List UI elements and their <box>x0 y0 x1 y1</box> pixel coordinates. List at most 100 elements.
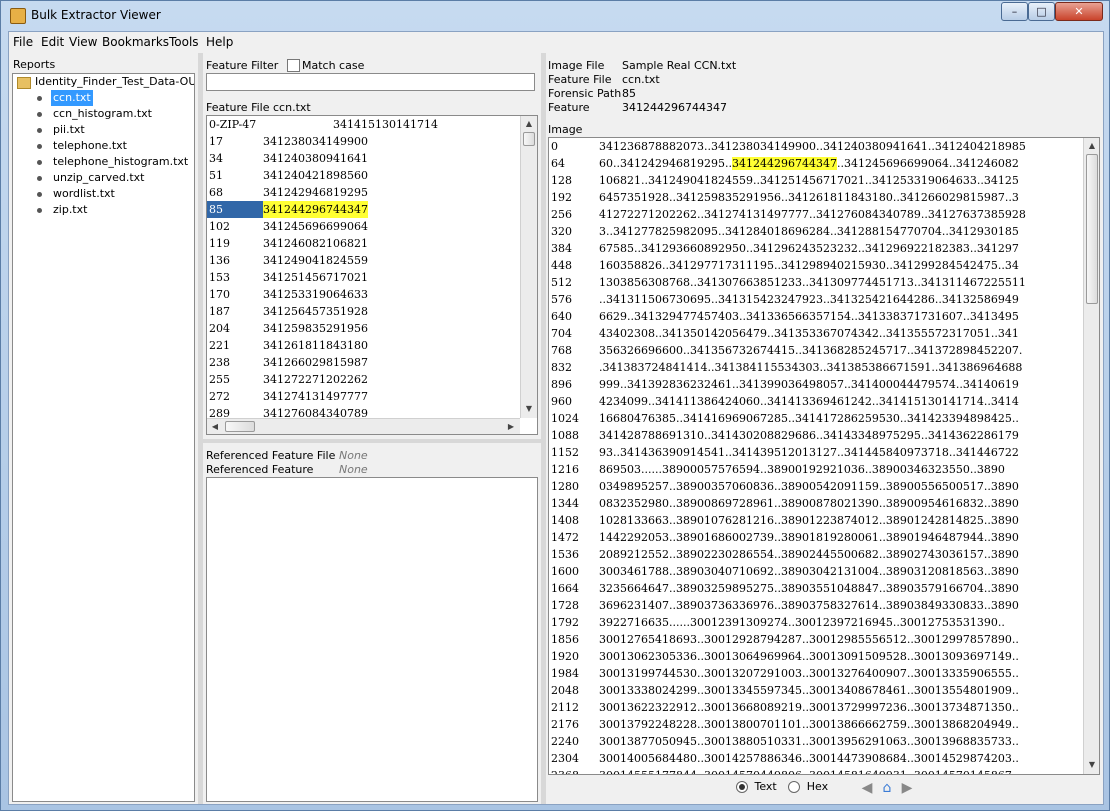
feature-row[interactable]: 187 341256457351928 <box>207 303 519 320</box>
report-file-label: wordlist.txt <box>53 187 115 200</box>
report-file-item[interactable]: pii.txt <box>13 122 193 138</box>
image-scroll-down-icon[interactable]: ▼ <box>1084 757 1099 773</box>
feature-row[interactable]: 136 341249041824559 <box>207 252 519 269</box>
feature-table[interactable]: 0-ZIP-47 341415130141714 17 341238034149900… <box>206 115 538 435</box>
image-offset: 1088 <box>551 429 579 442</box>
splitter-feature[interactable] <box>203 439 541 443</box>
menu-file[interactable]: File <box>13 35 33 49</box>
report-file-item[interactable]: telephone.txt <box>13 138 193 154</box>
hex-radio[interactable] <box>788 781 801 793</box>
image-row: 960 4234099..341411386424060..34141336946… <box>549 393 1081 410</box>
feature-value-cell: 341261811843180 <box>263 339 368 352</box>
scroll-right-icon[interactable]: ▶ <box>503 419 519 434</box>
folder-icon <box>17 77 31 89</box>
scroll-left-icon[interactable]: ◀ <box>207 419 223 434</box>
maximize-button[interactable]: □ <box>1028 2 1055 21</box>
match-case-checkbox[interactable] <box>287 59 300 72</box>
report-file-item[interactable]: ccn_histogram.txt <box>13 106 193 122</box>
close-button[interactable]: ✕ <box>1055 2 1103 21</box>
feature-value-cell: 341244296744347 <box>263 201 368 218</box>
feature-row[interactable]: 204 341259835291956 <box>207 320 519 337</box>
feature-offset: 136 <box>209 254 230 267</box>
report-file-item[interactable]: zip.txt <box>13 202 193 218</box>
referenced-feature-file-label: Referenced Feature File <box>206 449 336 462</box>
feature-hscroll[interactable]: ◀ ▶ <box>207 418 520 434</box>
image-text: 30013062305336..30013064969964..30013091… <box>599 650 1019 663</box>
feature-value-cell: 341240380941641 <box>263 152 368 165</box>
image-scroll-up-icon[interactable]: ▲ <box>1084 138 1099 154</box>
image-text: 3922716635......30012391309274..30012397… <box>599 616 1005 629</box>
image-feature-file-value: ccn.txt <box>622 73 660 86</box>
feature-row[interactable]: 85 341244296744347 <box>207 201 519 218</box>
menu-edit[interactable]: Edit <box>41 35 64 49</box>
image-text: 30012765418693..30012928794287..30012985… <box>599 633 1019 646</box>
report-file-item[interactable]: unzip_carved.txt <box>13 170 193 186</box>
feature-offset: 34 <box>209 152 223 165</box>
feature-row[interactable]: 272 341274131497777 <box>207 388 519 405</box>
menu-view[interactable]: View <box>69 35 97 49</box>
feature-row[interactable]: 221 341261811843180 <box>207 337 519 354</box>
image-offset: 704 <box>551 327 572 340</box>
image-offset: 2304 <box>551 752 579 765</box>
image-vscroll-thumb[interactable] <box>1086 154 1098 304</box>
file-bullet-icon <box>37 208 42 213</box>
scroll-down-icon[interactable]: ▼ <box>521 401 537 417</box>
image-vscroll[interactable]: ▲ ▼ <box>1083 138 1099 774</box>
report-file-label: telephone_histogram.txt <box>53 155 189 168</box>
text-radio[interactable] <box>736 781 748 793</box>
image-text: 16680476385..341416969067285..3414172862… <box>599 412 1019 425</box>
scroll-up-icon[interactable]: ▲ <box>521 116 537 132</box>
feature-offset: 255 <box>209 373 230 386</box>
feature-offset: 187 <box>209 305 230 318</box>
feature-row[interactable]: 34 341240380941641 <box>207 150 519 167</box>
report-file-item[interactable]: wordlist.txt <box>13 186 193 202</box>
feature-row[interactable]: 0-ZIP-47 341415130141714 <box>207 116 519 133</box>
image-text: 60..341242946819295..341244296744347..34… <box>599 155 1019 172</box>
feature-row[interactable]: 153 341251456717021 <box>207 269 519 286</box>
home-icon[interactable]: ⌂ <box>878 779 896 797</box>
report-file-item[interactable]: telephone_histogram.txt <box>13 154 193 170</box>
image-row: 256 41272271202262..341274131497777..3412… <box>549 206 1081 223</box>
next-arrow-icon[interactable]: ▶ <box>898 779 916 797</box>
feature-row[interactable]: 51 341240421898560 <box>207 167 519 184</box>
referenced-feature-table[interactable] <box>206 477 538 802</box>
title-bar[interactable]: Bulk Extractor Viewer – □ ✕ <box>1 1 1109 31</box>
image-offset: 1600 <box>551 565 579 578</box>
feature-value-cell: 341240421898560 <box>263 169 368 182</box>
image-text: 3696231407..38903736336976..389037583276… <box>599 599 1019 612</box>
menu-bookmarks[interactable]: Bookmarks <box>102 35 169 49</box>
feature-row[interactable]: 102 341245696699064 <box>207 218 519 235</box>
feature-row[interactable]: 238 341266029815987 <box>207 354 519 371</box>
feature-row[interactable]: 255 341272271202262 <box>207 371 519 388</box>
menu-bar: File Edit View Bookmarks Tools Help <box>9 32 1103 52</box>
image-row: 2176 30013792248228..30013800701101..3001… <box>549 716 1081 733</box>
forensic-path-value: 85 <box>622 87 636 100</box>
feature-row[interactable]: 68 341242946819295 <box>207 184 519 201</box>
image-view[interactable]: 0 341236878882073..341238034149900..34124… <box>548 137 1100 775</box>
reports-header: Reports <box>13 58 56 71</box>
feature-row[interactable]: 119 341246082106821 <box>207 235 519 252</box>
feature-offset: 272 <box>209 390 230 403</box>
feature-row[interactable]: 17 341238034149900 <box>207 133 519 150</box>
feature-hscroll-thumb[interactable] <box>225 421 255 432</box>
feature-row[interactable]: 170 341253319064633 <box>207 286 519 303</box>
hex-radio-label: Hex <box>806 780 829 793</box>
minimize-button[interactable]: – <box>1001 2 1028 21</box>
image-row: 1856 30012765418693..30012928794287..3001… <box>549 631 1081 648</box>
image-offset: 320 <box>551 225 572 238</box>
image-text: 160358826..341297717311195..341298940215… <box>599 259 1019 272</box>
previous-arrow-icon[interactable]: ◀ <box>858 779 876 797</box>
image-text: 341236878882073..341238034149900..341240… <box>599 140 1026 153</box>
menu-help[interactable]: Help <box>206 35 233 49</box>
image-text: 341428788691310..341430208829686..341433… <box>599 429 1019 442</box>
menu-tools[interactable]: Tools <box>169 35 199 49</box>
image-offset: 64 <box>551 157 565 170</box>
feature-vscroll[interactable]: ▲ ▼ <box>520 116 537 418</box>
image-row: 640 6629..341329477457403..34133656635715… <box>549 308 1081 325</box>
image-offset: 2048 <box>551 684 579 697</box>
reports-tree[interactable]: Identity_Finder_Test_Data-OUTP ccn.txt cc… <box>12 73 195 802</box>
feature-vscroll-thumb[interactable] <box>523 132 535 146</box>
report-file-item[interactable]: ccn.txt <box>13 90 193 106</box>
feature-filter-input[interactable] <box>206 73 535 91</box>
image-row: 896 999..341392836232461..341399036498057… <box>549 376 1081 393</box>
